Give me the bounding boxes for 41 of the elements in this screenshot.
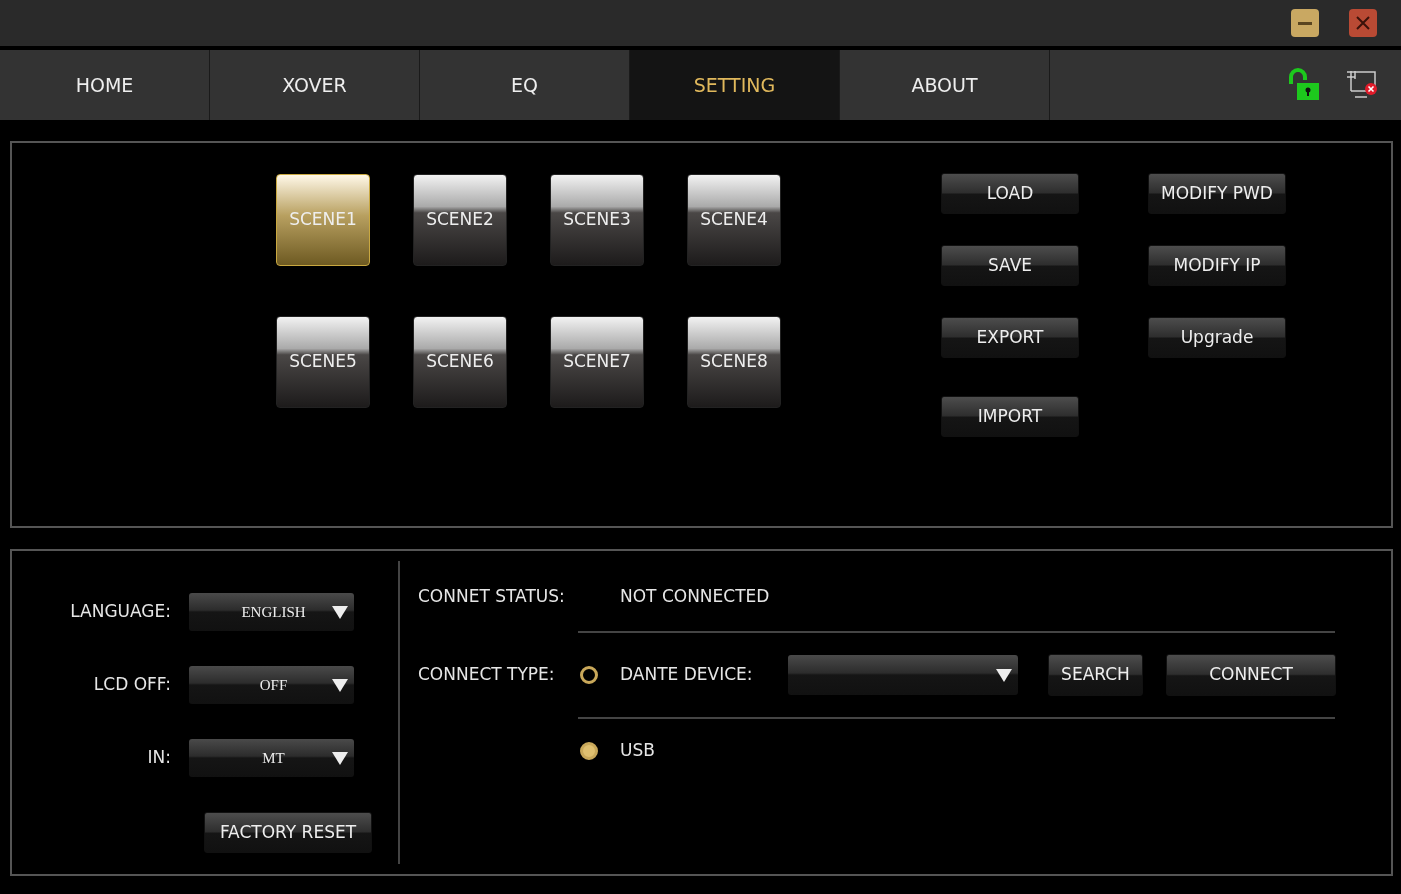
action-button[interactable]: IMPORT xyxy=(941,396,1079,437)
scene-button[interactable]: SCENE6 xyxy=(413,316,507,408)
radio-button[interactable] xyxy=(580,742,598,760)
dropdown[interactable]: MT xyxy=(189,739,354,777)
action-button[interactable]: EXPORT xyxy=(941,317,1079,358)
dropdown-arrow-icon xyxy=(996,668,1012,682)
minimize-icon xyxy=(1298,21,1312,25)
dropdown[interactable]: ENGLISH xyxy=(189,593,354,631)
action-button[interactable]: MODIFY IP xyxy=(1148,245,1286,286)
scene-button[interactable]: SCENE3 xyxy=(550,174,644,266)
setting-label: LANGUAGE: xyxy=(69,600,172,624)
dropdown[interactable]: OFF xyxy=(189,666,354,704)
factory-reset-button[interactable]: FACTORY RESET xyxy=(204,812,372,853)
unlocked-padlock-icon[interactable] xyxy=(1287,68,1321,102)
action-button[interactable]: Upgrade xyxy=(1148,317,1286,358)
status-label: CONNET STATUS: xyxy=(418,585,566,609)
scene-button[interactable]: SCENE4 xyxy=(687,174,781,266)
minimize-button[interactable] xyxy=(1291,9,1319,37)
action-button[interactable]: SAVE xyxy=(941,245,1079,286)
radio-button[interactable] xyxy=(580,666,598,684)
tab[interactable]: SETTING xyxy=(630,50,840,120)
option-label: USB xyxy=(620,739,655,763)
close-icon xyxy=(1355,15,1371,31)
status-value: NOT CONNECTED xyxy=(620,585,770,609)
setting-label: LCD OFF: xyxy=(92,673,172,697)
action-button[interactable]: MODIFY PWD xyxy=(1148,173,1286,214)
action-button[interactable]: LOAD xyxy=(941,173,1079,214)
search-button[interactable]: SEARCH xyxy=(1048,654,1143,696)
scene-button[interactable]: SCENE8 xyxy=(687,316,781,408)
connect-type-label: CONNECT TYPE: xyxy=(418,663,556,687)
scene-button[interactable]: SCENE7 xyxy=(550,316,644,408)
scene-button[interactable]: SCENE5 xyxy=(276,316,370,408)
dropdown-arrow-icon xyxy=(332,678,348,692)
dropdown-arrow-icon xyxy=(332,605,348,619)
connect-button[interactable]: CONNECT xyxy=(1166,654,1336,696)
setting-label: IN: xyxy=(146,746,172,770)
network-disconnected-icon[interactable] xyxy=(1345,69,1379,101)
dropdown-arrow-icon xyxy=(332,751,348,765)
scene-button[interactable]: SCENE2 xyxy=(413,174,507,266)
close-button[interactable] xyxy=(1349,9,1377,37)
option-label: DANTE DEVICE: xyxy=(620,663,754,687)
